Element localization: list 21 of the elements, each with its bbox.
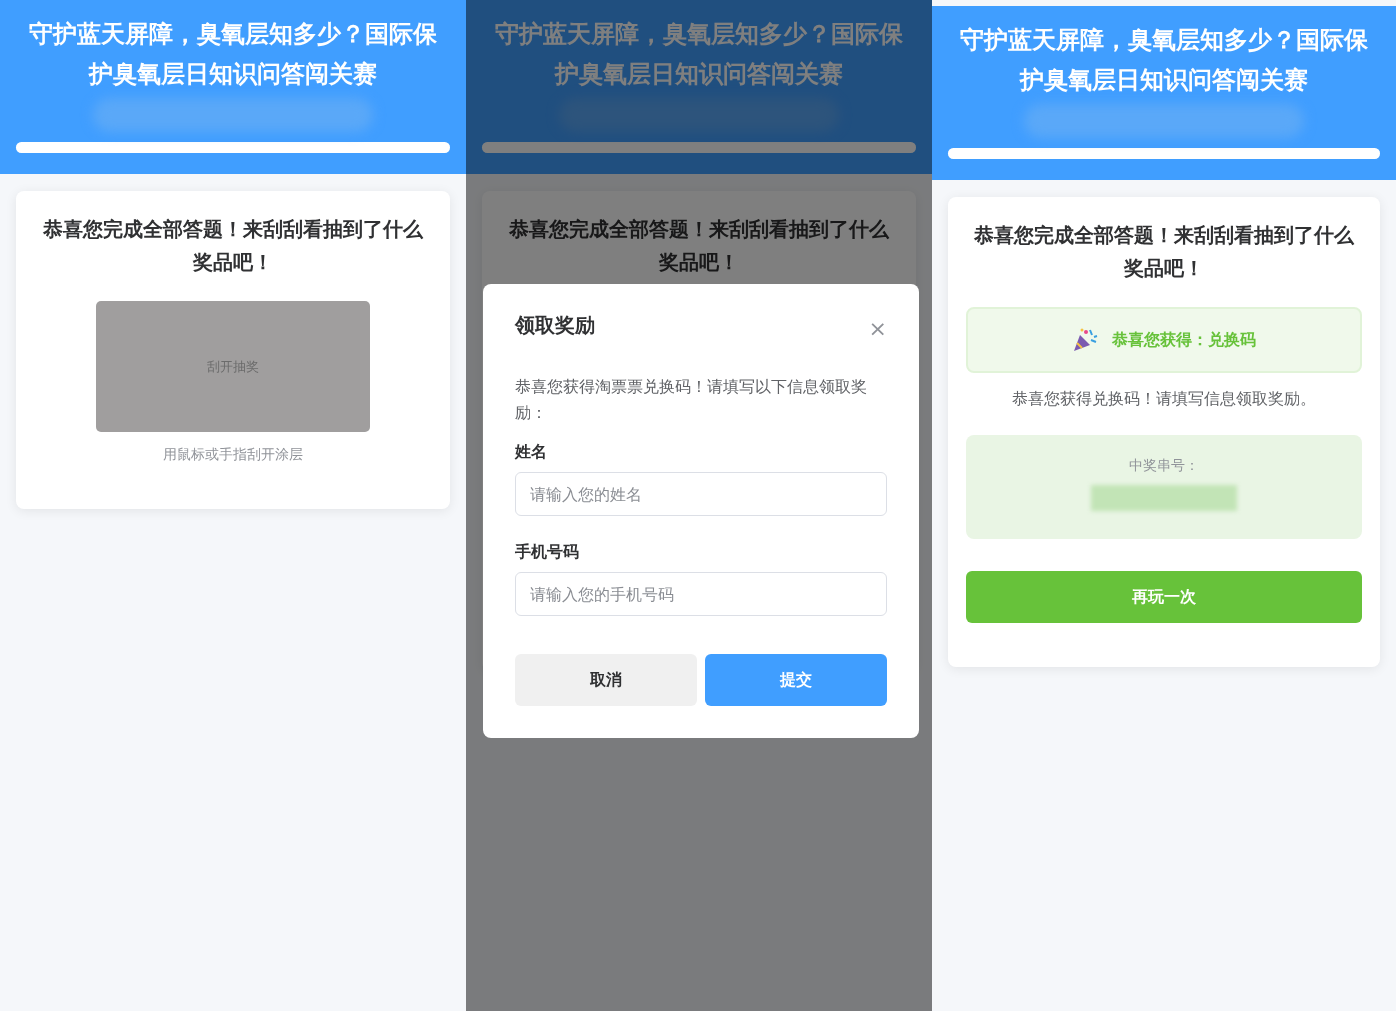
dialog-message: 恭喜您获得淘票票兑换码！请填写以下信息领取奖励： — [515, 376, 868, 424]
hint-text: 用鼠标或手指刮开涂层 — [162, 445, 304, 464]
input-field[interactable]: 请输入您的姓名 — [515, 472, 887, 516]
card-heading: 恭喜您完成全部答题！来刮刮看抽到了什么奖品吧！ — [973, 222, 1355, 282]
page-title: 守护蓝天屏障，臭氧层知多少？国际保护臭氧层日知识问答闯关赛 — [494, 19, 904, 90]
page-title: 守护蓝天屏障，臭氧层知多少？国际保护臭氧层日知识问答闯关赛 — [959, 25, 1369, 96]
page-title: 守护蓝天屏障，臭氧层知多少？国际保护臭氧层日知识问答闯关赛 — [28, 19, 438, 90]
prize-text: 恭喜您获得：兑换码 — [1112, 329, 1256, 351]
dialog-title: 领取奖励 — [515, 312, 595, 339]
party-popper-icon — [1072, 327, 1098, 353]
cancel-button[interactable]: 取消 — [515, 654, 697, 706]
close-button[interactable]: × — [868, 318, 887, 340]
card-heading: 恭喜您完成全部答题！来刮刮看抽到了什么奖品吧！ — [508, 216, 890, 276]
serial-label: 中奖串号： — [1129, 457, 1199, 473]
field-label: 姓名 — [515, 441, 548, 463]
submit-button[interactable]: 提交 — [705, 654, 887, 706]
field-label: 手机号码 — [515, 541, 580, 563]
prize-message: 恭喜您获得兑换码！请填写信息领取奖励。 — [1011, 388, 1317, 410]
play-again-button[interactable]: 再玩一次 — [966, 571, 1362, 623]
input-field[interactable]: 请输入您的手机号码 — [515, 572, 887, 616]
card-heading: 恭喜您完成全部答题！来刮刮看抽到了什么奖品吧！ — [42, 216, 424, 276]
